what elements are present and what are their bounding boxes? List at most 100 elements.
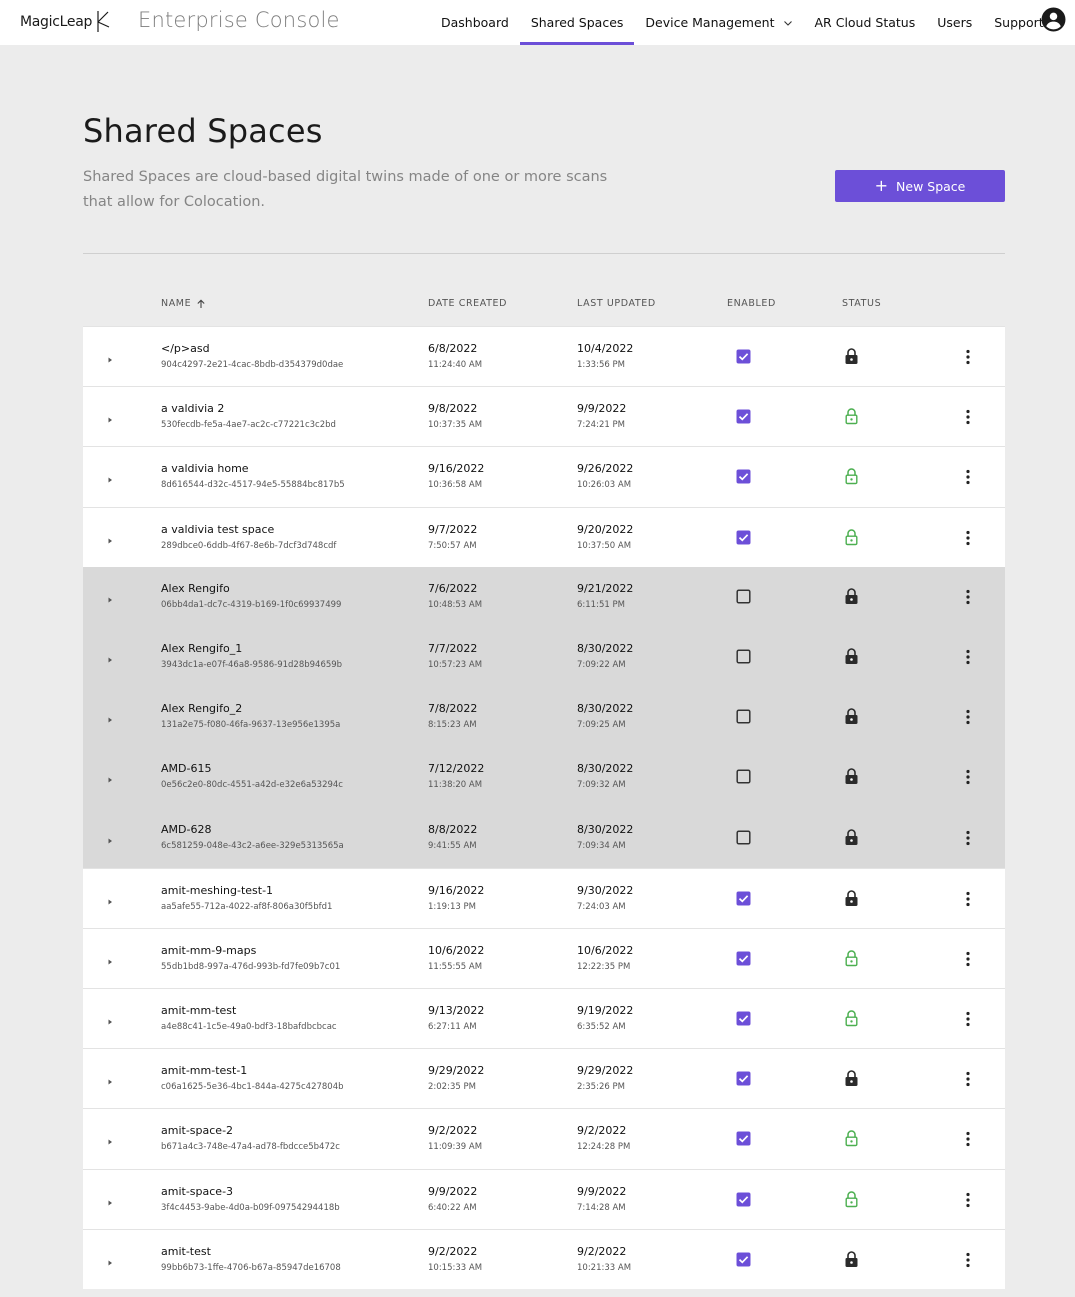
nav-item-device-management[interactable]: Device Management (634, 0, 803, 45)
enabled-checkbox[interactable] (736, 1192, 751, 1207)
column-header-date-created[interactable]: DATE CREATED (428, 298, 507, 309)
enabled-checkbox[interactable] (736, 530, 751, 545)
space-name[interactable]: a valdivia test space (161, 523, 274, 536)
expand-row-icon[interactable] (104, 1194, 116, 1206)
space-name[interactable]: amit-space-3 (161, 1185, 233, 1198)
lock-closed-icon (844, 889, 859, 907)
space-name[interactable]: Alex Rengifo_2 (161, 702, 242, 715)
expand-row-icon[interactable] (104, 591, 116, 603)
expand-row-icon[interactable] (104, 532, 116, 544)
enabled-checkbox[interactable] (736, 1011, 751, 1026)
time-created: 6:40:22 AM (428, 1202, 477, 1213)
space-name[interactable]: AMD-628 (161, 823, 211, 836)
more-options-icon[interactable] (962, 890, 974, 908)
enabled-checkbox[interactable] (736, 409, 751, 424)
table-row[interactable]: a valdivia test space 289dbce0-6ddb-4f67-… (83, 506, 1005, 567)
expand-row-icon[interactable] (104, 832, 116, 844)
space-name[interactable]: amit-test (161, 1245, 211, 1258)
more-options-icon[interactable] (962, 950, 974, 968)
table-row[interactable]: amit-space-3 3f4c4453-9abe-4d0a-b09f-0975… (83, 1168, 1005, 1229)
nav-item-users[interactable]: Users (926, 0, 983, 45)
space-name[interactable]: a valdivia 2 (161, 402, 224, 415)
expand-row-icon[interactable] (104, 1073, 116, 1085)
enabled-checkbox[interactable] (736, 469, 751, 484)
nav-item-dashboard[interactable]: Dashboard (430, 0, 520, 45)
space-name[interactable]: amit-mm-test-1 (161, 1064, 247, 1077)
space-name[interactable]: a valdivia home (161, 462, 249, 475)
table-row[interactable]: amit-meshing-test-1 aa5afe55-712a-4022-af… (83, 867, 1005, 928)
more-options-icon[interactable] (962, 468, 974, 486)
last-updated-date: 9/30/2022 (577, 883, 634, 897)
chevron-down-icon[interactable] (783, 18, 793, 28)
more-options-icon[interactable] (962, 1191, 974, 1209)
more-options-icon[interactable] (962, 829, 974, 847)
expand-row-icon[interactable] (104, 471, 116, 483)
enabled-checkbox[interactable] (736, 1071, 751, 1086)
space-name[interactable]: amit-space-2 (161, 1124, 233, 1137)
expand-row-icon[interactable] (104, 711, 116, 723)
more-options-icon[interactable] (962, 1251, 974, 1269)
enabled-checkbox[interactable] (736, 589, 751, 604)
nav-item-ar-cloud-status[interactable]: AR Cloud Status (804, 0, 927, 45)
more-options-icon[interactable] (962, 408, 974, 426)
expand-row-icon[interactable] (104, 1133, 116, 1145)
column-header-name[interactable]: NAME (161, 298, 206, 309)
table-row[interactable]: amit-test 99bb6b73-1ffe-4706-b67a-85947de… (83, 1228, 1005, 1289)
expand-row-icon[interactable] (104, 771, 116, 783)
enabled-checkbox[interactable] (736, 649, 751, 664)
more-options-icon[interactable] (962, 588, 974, 606)
space-name[interactable]: amit-meshing-test-1 (161, 884, 273, 897)
table-row[interactable]: Alex Rengifo_2 131a2e75-f080-46fa-9637-13… (83, 687, 1005, 748)
space-name[interactable]: amit-mm-test (161, 1004, 236, 1017)
space-name[interactable]: Alex Rengifo_1 (161, 642, 242, 655)
enabled-checkbox[interactable] (736, 951, 751, 966)
table-row[interactable]: amit-space-2 b671a4c3-748e-47a4-ad78-fbdc… (83, 1108, 1005, 1169)
column-header-enabled[interactable]: ENABLED (727, 298, 776, 309)
table-row[interactable]: a valdivia 2 530fecdb-fe5a-4ae7-ac2c-c772… (83, 386, 1005, 447)
more-options-icon[interactable] (962, 1130, 974, 1148)
table-row[interactable]: amit-mm-9-maps 55db1bd8-997a-476d-993b-fd… (83, 927, 1005, 989)
more-options-icon[interactable] (962, 1010, 974, 1028)
more-options-icon[interactable] (962, 648, 974, 666)
enabled-checkbox[interactable] (736, 1252, 751, 1267)
table-row[interactable]: </p>asd 904c4297-2e21-4cac-8bdb-d354379d0… (83, 326, 1005, 387)
date-created: 9/16/2022 (428, 883, 485, 897)
nav-item-shared-spaces[interactable]: Shared Spaces (519, 0, 635, 45)
space-name[interactable]: AMD-615 (161, 762, 211, 775)
table-row[interactable]: Alex Rengifo 06bb4da1-dc7c-4319-b169-1f0c… (83, 566, 1005, 627)
more-options-icon[interactable] (962, 1070, 974, 1088)
more-options-icon[interactable] (962, 529, 974, 547)
space-name[interactable]: Alex Rengifo (161, 582, 230, 595)
enabled-checkbox[interactable] (736, 829, 751, 845)
more-options-icon[interactable] (962, 348, 974, 366)
sort-ascending-icon[interactable] (196, 299, 206, 309)
magic-leap-logo[interactable]: MagicLeap (20, 8, 110, 36)
column-header-status[interactable]: STATUS (842, 298, 881, 309)
enabled-checkbox[interactable] (736, 891, 751, 906)
space-name[interactable]: amit-mm-9-maps (161, 944, 256, 957)
column-header-last-updated[interactable]: LAST UPDATED (577, 298, 656, 309)
expand-row-icon[interactable] (104, 1013, 116, 1025)
expand-row-icon[interactable] (104, 1254, 116, 1266)
table-row[interactable]: AMD-615 0e56c2e0-80dc-4551-a42d-e32e6a532… (83, 747, 1005, 808)
table-row[interactable]: AMD-628 6c581259-048e-43c2-a6ee-329e53135… (83, 807, 1005, 868)
more-options-icon[interactable] (962, 768, 974, 786)
more-options-icon[interactable] (962, 708, 974, 726)
last-updated-date: 9/2/2022 (577, 1244, 627, 1258)
table-row[interactable]: amit-mm-test a4e88c41-1c5e-49a0-bdf3-18ba… (83, 988, 1005, 1049)
enabled-checkbox[interactable] (736, 349, 751, 364)
table-row[interactable]: amit-mm-test-1 c06a1625-5e36-4bc1-844a-42… (83, 1048, 1005, 1109)
enabled-checkbox[interactable] (736, 709, 751, 724)
expand-row-icon[interactable] (104, 351, 116, 363)
account-circle-icon[interactable] (1041, 7, 1066, 32)
table-row[interactable]: Alex Rengifo_1 3943dc1a-e07f-46a8-9586-91… (83, 626, 1005, 688)
new-space-button[interactable]: + New Space (835, 170, 1005, 202)
space-name[interactable]: </p>asd (161, 342, 210, 355)
expand-row-icon[interactable] (104, 893, 116, 905)
expand-row-icon[interactable] (104, 953, 116, 965)
table-row[interactable]: a valdivia home 8d616544-d32c-4517-94e5-5… (83, 446, 1005, 507)
enabled-checkbox[interactable] (736, 1131, 751, 1146)
expand-row-icon[interactable] (104, 411, 116, 423)
expand-row-icon[interactable] (104, 651, 116, 663)
enabled-checkbox[interactable] (736, 769, 751, 784)
